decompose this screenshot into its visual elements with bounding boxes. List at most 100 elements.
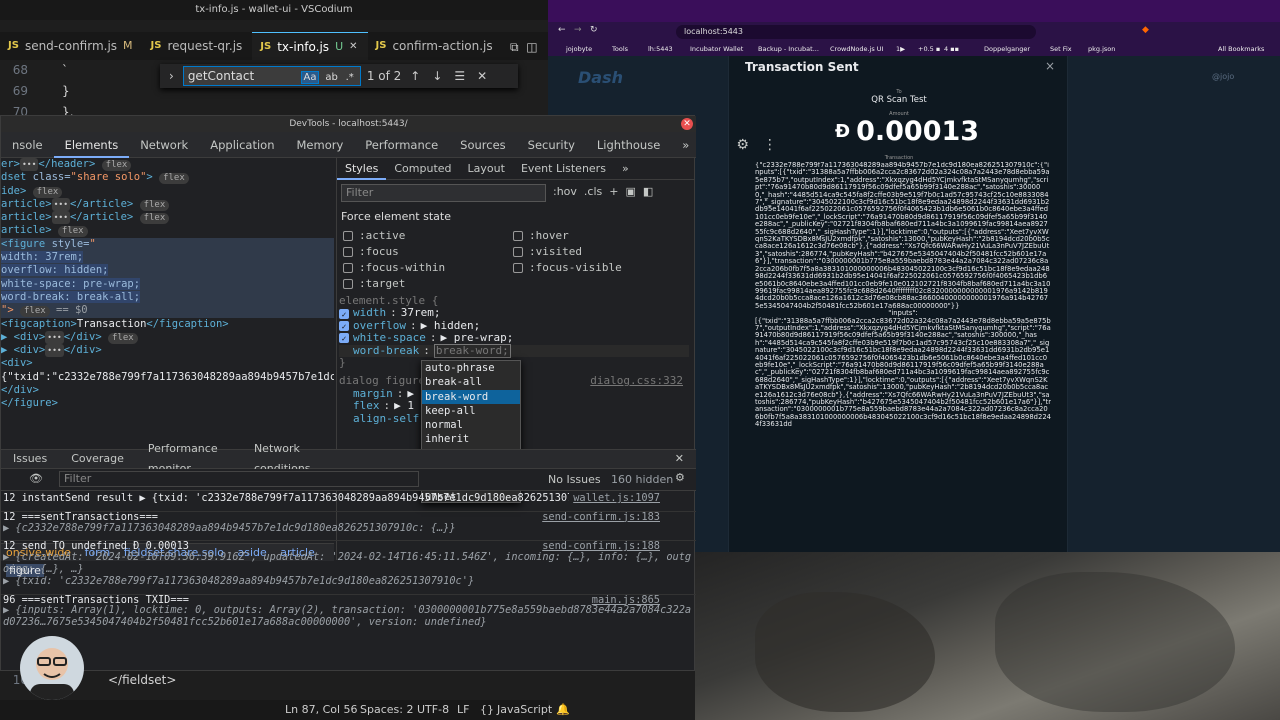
bookmark-item[interactable]: +0.5 ▪: [918, 42, 940, 56]
encoding[interactable]: UTF-8: [417, 703, 449, 716]
bookmark-item[interactable]: Incubator Wallet: [690, 42, 743, 56]
checkbox[interactable]: [343, 278, 353, 289]
state-hover[interactable]: :hover: [513, 229, 569, 242]
more-tabs-icon[interactable]: »: [671, 132, 700, 158]
back-icon[interactable]: ←: [558, 25, 566, 35]
dom-node[interactable]: ▶ <div> ••• </div>: [1, 344, 334, 358]
console-object[interactable]: ▶ {c2332e788e799f7a117363048289aa894b945…: [1, 523, 696, 535]
paint-icon[interactable]: ▣: [625, 185, 635, 198]
more-tabs-icon[interactable]: »: [614, 158, 637, 180]
console-object[interactable]: ▶ {txid: 'c2332e788e799f7a117363048289aa…: [1, 576, 696, 588]
bell-icon[interactable]: 🔔: [556, 703, 570, 716]
checkbox[interactable]: [343, 246, 353, 257]
dom-node-selected[interactable]: <figure style=": [1, 237, 334, 252]
tab-application[interactable]: Application: [199, 132, 285, 158]
source-link[interactable]: send-confirm.js:183: [538, 512, 660, 523]
issues-count[interactable]: No Issues: [548, 473, 601, 486]
console-message[interactable]: 12 send TO undefined Đ 0.00013 send-confi…: [1, 540, 696, 553]
bookmark-item[interactable]: Doppelganger: [984, 42, 1030, 56]
bookmark-item[interactable]: Tools: [612, 42, 628, 56]
source-link[interactable]: main.js:865: [587, 595, 660, 606]
arrow-down-icon[interactable]: ↓: [429, 69, 445, 83]
console-message[interactable]: 12 instantSend result ▶ {txid: 'c2332e78…: [1, 493, 696, 505]
autocomplete-option[interactable]: normal: [422, 418, 520, 432]
autocomplete-option[interactable]: inherit: [422, 432, 520, 446]
autocomplete-option[interactable]: break-all: [422, 375, 520, 389]
tab-elements[interactable]: Elements: [53, 132, 130, 158]
checkbox[interactable]: [513, 246, 523, 257]
source-link[interactable]: wallet.js:1097: [569, 493, 660, 505]
styles-filter-input[interactable]: Filter: [341, 184, 546, 202]
dom-node[interactable]: article> ••• </article> flex: [1, 197, 334, 212]
console-message[interactable]: 12 ===sentTransactions=== send-confirm.js…: [1, 510, 696, 523]
sidebar-toggle-icon[interactable]: ◧: [643, 185, 653, 198]
bookmark-item[interactable]: pkg.json: [1088, 42, 1115, 56]
bookmark-item[interactable]: jojobyte: [566, 42, 592, 56]
find-in-selection-icon[interactable]: ☰: [451, 69, 468, 83]
css-property[interactable]: ✓ white-space: ▶ pre-wrap;: [339, 331, 689, 344]
checkbox[interactable]: [513, 262, 523, 273]
hov-toggle[interactable]: :hov: [553, 185, 577, 198]
bookmark-item[interactable]: Set Fix: [1050, 42, 1072, 56]
close-icon[interactable]: ✕: [349, 33, 357, 61]
bookmark-item[interactable]: 4 ▪▪: [944, 42, 959, 56]
dom-node[interactable]: er> ••• </header> flex: [1, 158, 334, 172]
dom-node[interactable]: article> flex: [1, 224, 334, 238]
state-target[interactable]: :target: [343, 277, 405, 290]
tab-performance[interactable]: Performance: [354, 132, 449, 158]
tab-event-listeners[interactable]: Event Listeners: [513, 158, 614, 180]
bookmark-item[interactable]: All Bookmarks: [1218, 42, 1264, 56]
source-link[interactable]: send-confirm.js:188: [538, 541, 660, 553]
console-message[interactable]: 96 ===sentTransactions TXID=== main.js:86…: [1, 593, 696, 606]
checkbox[interactable]: ✓: [339, 333, 349, 344]
checkbox[interactable]: ✓: [339, 320, 349, 331]
autocomplete-option[interactable]: keep-all: [422, 404, 520, 418]
plus-icon[interactable]: +: [609, 185, 618, 198]
css-property-editing[interactable]: word-break: break-word;: [339, 343, 689, 358]
tab-memory[interactable]: Memory: [286, 132, 355, 158]
state-focus-visible[interactable]: :focus-visible: [513, 261, 622, 274]
console-filter-input[interactable]: Filter: [59, 471, 419, 487]
bookmark-item[interactable]: lh:5443: [648, 42, 673, 56]
eye-icon[interactable]: 👁: [29, 472, 43, 485]
tab-issues[interactable]: Issues: [1, 449, 59, 469]
state-visited[interactable]: :visited: [513, 245, 582, 258]
checkbox[interactable]: [513, 230, 523, 241]
kebab-menu-icon[interactable]: ⋮: [763, 137, 777, 153]
tab-console[interactable]: nsole: [1, 132, 54, 158]
checkbox[interactable]: [343, 262, 353, 273]
language-mode[interactable]: JavaScript: [497, 703, 552, 716]
bookmark-item[interactable]: Backup - Incubat...: [758, 42, 819, 56]
autocomplete-option-selected[interactable]: break-word: [422, 389, 520, 404]
elements-tree[interactable]: er> ••• </header> flex dset class="share s…: [1, 158, 334, 433]
dom-node[interactable]: </div>: [1, 384, 334, 397]
regex-toggle[interactable]: .*: [344, 72, 356, 83]
dom-node[interactable]: <div>: [1, 357, 334, 370]
css-value-input[interactable]: break-word;: [433, 343, 511, 358]
split-editor-icon[interactable]: ◫: [526, 40, 537, 54]
gear-icon[interactable]: ⚙: [736, 137, 749, 153]
close-icon[interactable]: ✕: [681, 118, 693, 130]
bookmark-item[interactable]: CrowdNode.js UI: [830, 42, 883, 56]
tab-network[interactable]: Network: [129, 132, 199, 158]
indentation[interactable]: Spaces: 2: [360, 703, 413, 716]
dom-node[interactable]: </figure>: [1, 397, 334, 410]
checkbox[interactable]: ✓: [339, 308, 349, 319]
tab-computed[interactable]: Computed: [386, 158, 459, 180]
dom-node-selected-end[interactable]: "> flex == $0: [1, 304, 334, 318]
dom-node[interactable]: ▶ <div> ••• </div> flex: [1, 330, 334, 345]
dom-node[interactable]: ide> flex: [1, 185, 334, 198]
dom-node[interactable]: <figcaption>Transaction</figcaption>: [1, 318, 334, 331]
cls-toggle[interactable]: .cls: [584, 185, 602, 198]
tab-lighthouse[interactable]: Lighthouse: [586, 132, 671, 158]
tab-security[interactable]: Security: [517, 132, 586, 158]
dom-node[interactable]: article> ••• </article> flex: [1, 211, 334, 225]
tab-sources[interactable]: Sources: [449, 132, 517, 158]
tab-confirm-action[interactable]: JS confirm-action.js: [368, 32, 503, 60]
state-focus[interactable]: :focus: [343, 245, 399, 258]
cursor-position[interactable]: Ln 87, Col 56: [285, 703, 358, 716]
tab-send-confirm[interactable]: JS send-confirm.js M: [0, 32, 143, 60]
url-bar[interactable]: localhost:5443: [676, 25, 1036, 39]
compare-icon[interactable]: ⧉: [510, 40, 519, 54]
gear-icon[interactable]: ⚙: [675, 471, 685, 484]
